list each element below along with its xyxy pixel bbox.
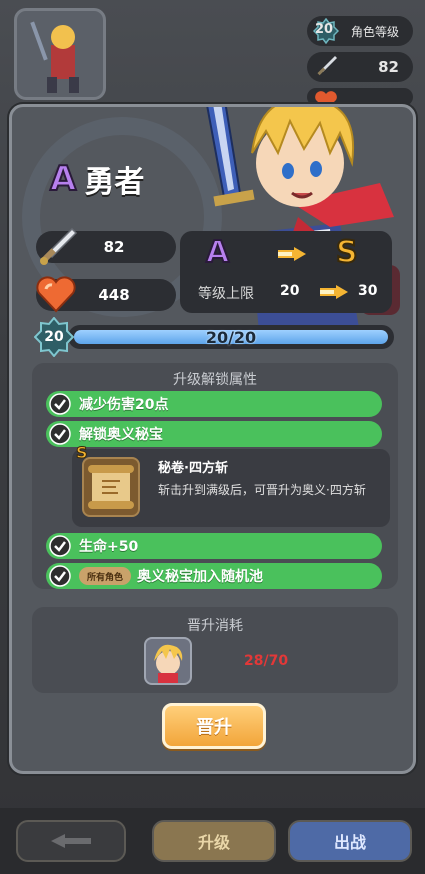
- deploy-button[interactable]: 出战: [288, 820, 412, 862]
- experience-bar: 20/20 20: [33, 316, 396, 358]
- check-icon: [49, 535, 71, 557]
- sword-icon: [40, 227, 78, 265]
- level-cap-next: 30: [358, 283, 378, 299]
- unlock-text: 减少伤害20点: [79, 397, 169, 413]
- level-cap-current: 20: [280, 283, 300, 299]
- next-rank-letter: S: [335, 234, 359, 271]
- promote-button[interactable]: 晋升: [162, 703, 266, 749]
- cost-title: 晋升消耗: [187, 618, 243, 634]
- xp-text: 20/20: [205, 327, 257, 347]
- hero-rank-letter: A: [49, 158, 77, 200]
- relic-name: 秘卷·四方斩: [158, 461, 228, 476]
- bg-attack-pill: 82: [307, 52, 413, 82]
- level-badge: 20: [33, 316, 75, 358]
- sword-icon: [317, 56, 337, 76]
- level-badge-value: 20: [44, 329, 64, 345]
- attack-stat: 82: [36, 227, 176, 265]
- heart-icon: [36, 276, 76, 313]
- check-icon: [49, 565, 71, 587]
- unlock-row: 减少伤害20点: [46, 391, 382, 417]
- hp-value: 448: [98, 286, 130, 304]
- check-icon: [49, 393, 71, 415]
- attack-value: 82: [103, 238, 125, 256]
- back-arrow-icon: [51, 834, 91, 848]
- hero-portrait-thumbnail[interactable]: [14, 8, 106, 100]
- upgrade-button[interactable]: 升级: [152, 820, 276, 862]
- unlock-attributes-box: 升级解锁属性 减少伤害20点 解锁奥义秘宝 S 秘卷·四方斩 斩击升到满级后，可…: [32, 363, 398, 589]
- rank-up-panel: A 勇者 82 448 A S 等级上限 20 30 20/20 20 升级解锁…: [9, 104, 416, 774]
- promotion-cost-box: 晋升消耗 28/70: [32, 607, 398, 693]
- cost-count: 28/70: [244, 653, 289, 669]
- unlock-row: 解锁奥义秘宝: [46, 421, 382, 447]
- unlock-text: 生命+50: [79, 539, 139, 555]
- back-button[interactable]: [16, 820, 126, 862]
- unlock-title: 升级解锁属性: [173, 372, 257, 388]
- unlock-text: 解锁奥义秘宝: [79, 427, 163, 443]
- hp-stat: 448: [36, 276, 176, 313]
- unlock-row: 所有角色 奥义秘宝加入随机池: [46, 563, 382, 589]
- current-rank-letter: A: [205, 234, 230, 271]
- all-roles-tag: 所有角色: [79, 567, 132, 585]
- unlock-text: 奥义秘宝加入随机池: [137, 569, 264, 585]
- hero-title: A 勇者: [49, 157, 145, 201]
- hero-name: 勇者: [84, 165, 145, 200]
- unlock-row: 生命+50: [46, 533, 382, 559]
- arrow-right-icon: [278, 247, 306, 261]
- relic-card[interactable]: S 秘卷·四方斩 斩击升到满级后，可晋升为奥义·四方斩: [72, 443, 390, 527]
- bg-level-label: 角色等级: [350, 24, 399, 39]
- scroll-icon: [82, 457, 140, 517]
- rank-upgrade-box: A S 等级上限 20 30: [180, 231, 392, 313]
- level-cap-label: 等级上限: [198, 286, 254, 302]
- relic-description: 斩击升到满级后，可晋升为奥义·四方斩: [158, 483, 366, 497]
- bg-attack-value: 82: [378, 58, 399, 76]
- check-icon: [49, 423, 71, 445]
- bg-level-pill: 20 角色等级: [307, 16, 413, 46]
- bg-level-value: 20: [315, 22, 334, 37]
- hero-shard-icon[interactable]: [144, 637, 192, 685]
- relic-rank-letter: S: [76, 443, 88, 463]
- arrow-right-icon: [320, 285, 348, 299]
